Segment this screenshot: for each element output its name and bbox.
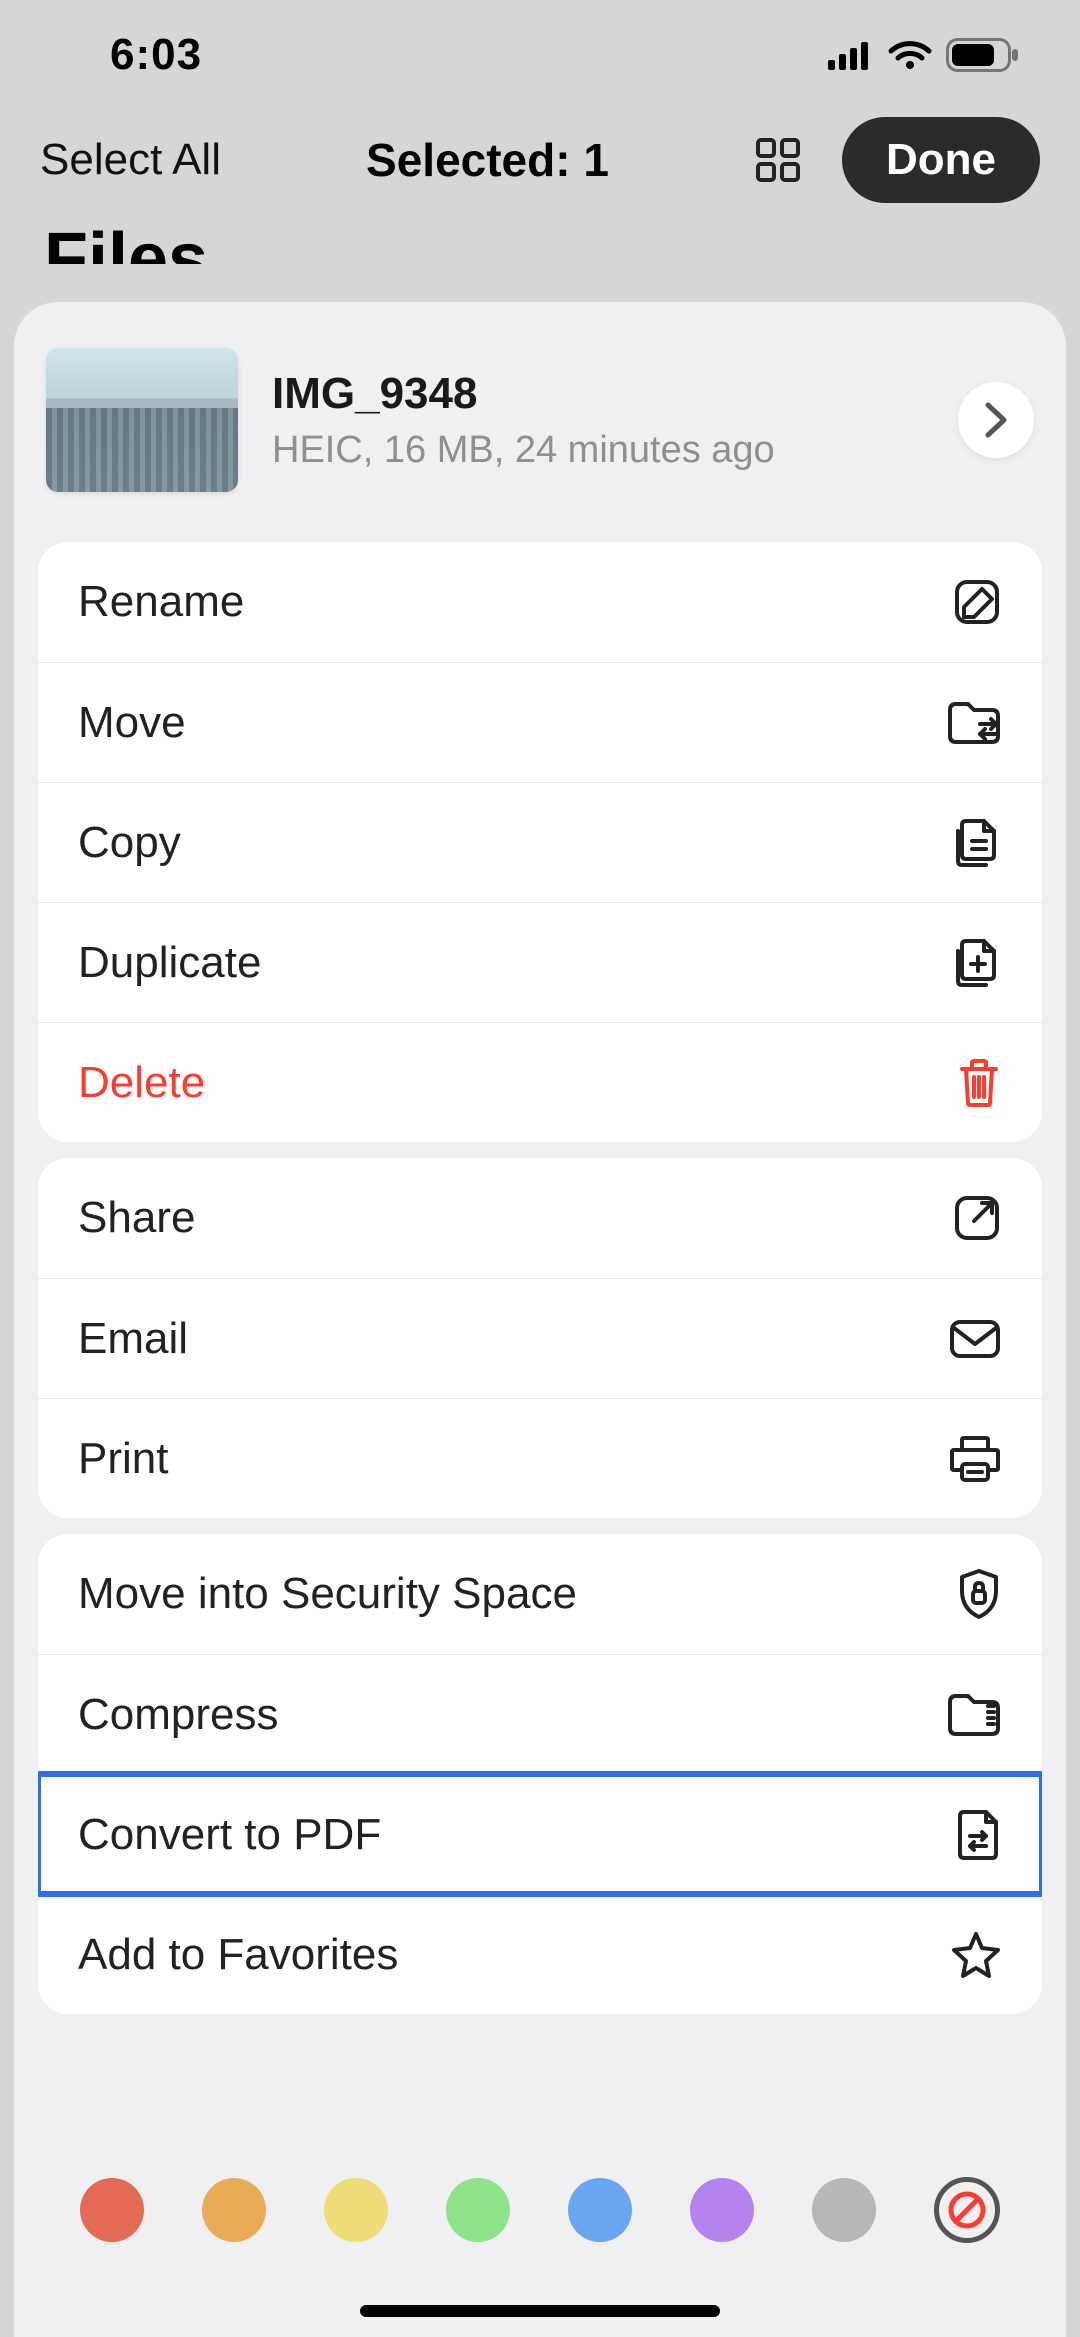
clear-icon (947, 2190, 987, 2230)
app-header: Select All Selected: 1 Done (0, 110, 1080, 210)
home-indicator (360, 2305, 720, 2317)
shield-lock-icon (956, 1567, 1002, 1621)
color-tag[interactable] (324, 2178, 388, 2242)
file-meta: HEIC, 16 MB, 24 minutes ago (272, 429, 924, 472)
file-thumbnail (46, 348, 238, 492)
security-label: Move into Security Space (78, 1569, 577, 1619)
selection-count: Selected: 1 (366, 133, 609, 187)
page-title: Files (0, 218, 1080, 264)
wifi-icon (888, 39, 932, 71)
printer-icon (948, 1434, 1002, 1484)
rename-icon (952, 577, 1002, 627)
copy-doc-icon (950, 817, 1002, 869)
duplicate-row[interactable]: Duplicate (38, 902, 1042, 1022)
file-header: IMG_9348 HEIC, 16 MB, 24 minutes ago (28, 342, 1052, 526)
copy-row[interactable]: Copy (38, 782, 1042, 902)
color-tag[interactable] (446, 2178, 510, 2242)
share-row[interactable]: Share (38, 1158, 1042, 1278)
print-label: Print (78, 1434, 168, 1484)
move-folder-icon (946, 700, 1002, 746)
chevron-right-icon (982, 401, 1010, 439)
color-tag[interactable] (80, 2178, 144, 2242)
star-icon (950, 1930, 1002, 1980)
status-bar: 6:03 (0, 0, 1080, 110)
move-label: Move (78, 698, 186, 748)
rename-label: Rename (78, 577, 244, 627)
battery-icon (946, 38, 1020, 72)
pdf-label: Convert to PDF (78, 1810, 381, 1860)
action-group: Move into Security Space Compress Convert … (38, 1534, 1042, 2014)
clear-tag-button[interactable] (934, 2177, 1000, 2243)
print-row[interactable]: Print (38, 1398, 1042, 1518)
trash-icon (956, 1057, 1002, 1109)
share-label: Share (78, 1193, 195, 1243)
action-group: Rename Move Copy Duplicate Delete (38, 542, 1042, 1142)
duplicate-icon (950, 937, 1002, 989)
email-label: Email (78, 1314, 188, 1364)
done-button[interactable]: Done (842, 117, 1040, 203)
color-tag-row (14, 2177, 1066, 2243)
color-tag[interactable] (812, 2178, 876, 2242)
favorite-label: Add to Favorites (78, 1930, 398, 1980)
view-grid-icon[interactable] (754, 136, 802, 184)
action-group: Share Email Print (38, 1158, 1042, 1518)
file-details-button[interactable] (958, 382, 1034, 458)
color-tag[interactable] (690, 2178, 754, 2242)
color-tag[interactable] (202, 2178, 266, 2242)
convert-doc-icon (956, 1808, 1002, 1862)
select-all-button[interactable]: Select All (40, 135, 221, 185)
duplicate-label: Duplicate (78, 938, 261, 988)
color-tag[interactable] (568, 2178, 632, 2242)
share-out-icon (952, 1193, 1002, 1243)
compress-row[interactable]: Compress (38, 1654, 1042, 1774)
status-time: 6:03 (110, 30, 202, 80)
delete-row[interactable]: Delete (38, 1022, 1042, 1142)
status-icons (828, 38, 1020, 72)
cellular-icon (828, 40, 874, 70)
favorite-row[interactable]: Add to Favorites (38, 1894, 1042, 2014)
rename-row[interactable]: Rename (38, 542, 1042, 662)
compress-label: Compress (78, 1690, 279, 1740)
delete-label: Delete (78, 1058, 205, 1108)
action-sheet: IMG_9348 HEIC, 16 MB, 24 minutes ago Ren… (14, 302, 1066, 2337)
copy-label: Copy (78, 818, 181, 868)
email-row[interactable]: Email (38, 1278, 1042, 1398)
pdf-row[interactable]: Convert to PDF (38, 1774, 1042, 1894)
mail-icon (948, 1318, 1002, 1360)
file-name: IMG_9348 (272, 369, 924, 419)
zip-folder-icon (946, 1692, 1002, 1738)
security-row[interactable]: Move into Security Space (38, 1534, 1042, 1654)
move-row[interactable]: Move (38, 662, 1042, 782)
